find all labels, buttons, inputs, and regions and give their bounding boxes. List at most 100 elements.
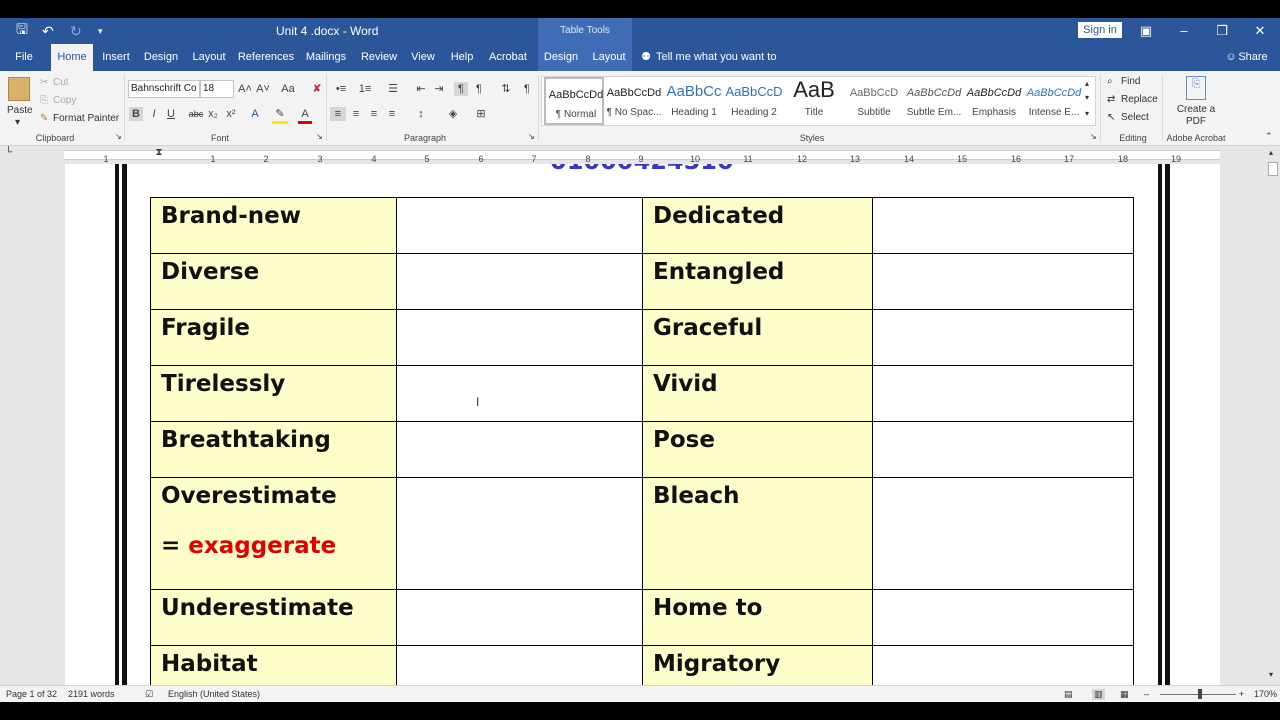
style-heading-1[interactable]: AaBbCc Heading 1 [664, 77, 724, 125]
tab-selector-icon[interactable]: └ [5, 147, 12, 158]
word-cell[interactable]: Overestimate = exaggerate [150, 477, 397, 590]
bold-icon[interactable]: B [129, 107, 143, 121]
format-painter-button[interactable]: Format Painter [53, 113, 119, 124]
style-title[interactable]: AaB Title [784, 77, 844, 125]
indent-marker-icon[interactable]: ⧗ [154, 146, 164, 160]
collapse-ribbon-icon[interactable]: ⌃ [1265, 131, 1273, 142]
share-button[interactable]: Share [1238, 44, 1268, 71]
paste-button[interactable]: Paste [7, 105, 33, 116]
tab-view[interactable]: View [408, 44, 438, 71]
tab-design[interactable]: Design [141, 44, 181, 71]
answer-cell[interactable] [872, 477, 1134, 590]
style-emphasis[interactable]: AaBbCcDd Emphasis [964, 77, 1024, 125]
answer-cell[interactable] [396, 197, 643, 254]
read-mode-icon[interactable]: ▤ [1064, 689, 1073, 700]
styles-scroll-up-icon[interactable]: ▴ [1085, 79, 1089, 88]
word-count[interactable]: 2191 words [68, 689, 115, 699]
create-pdf-button[interactable]: Create a PDF [1172, 104, 1220, 128]
word-cell[interactable]: Breathtaking [150, 421, 397, 478]
tab-help[interactable]: Help [446, 44, 478, 71]
ruler-track[interactable]: 1 ⧗ 1 2 3 4 5 6 7 8 9 10 11 12 13 14 15 … [64, 147, 1220, 164]
styles-more-icon[interactable]: ▾ [1085, 109, 1089, 118]
find-button[interactable]: Find [1121, 76, 1140, 87]
word-cell[interactable]: Home to [642, 589, 873, 646]
text-effects-icon[interactable]: A [248, 107, 262, 121]
zoom-level[interactable]: 170% [1254, 689, 1277, 699]
tab-table-layout[interactable]: Layout [590, 44, 628, 71]
word-cell[interactable]: Dedicated [642, 197, 873, 254]
tab-table-design[interactable]: Design [542, 44, 580, 71]
rtl-direction-icon[interactable]: ¶ [472, 82, 486, 96]
tab-insert[interactable]: Insert [98, 44, 134, 71]
zoom-slider-thumb[interactable] [1198, 689, 1202, 699]
tell-me-search[interactable]: Tell me what you want to do [656, 44, 786, 90]
scroll-up-icon[interactable]: ▴ [1269, 148, 1273, 157]
page[interactable]: 01000424510 Brand-new Dedicated Diverse Ent… [65, 164, 1220, 685]
align-right-icon[interactable]: ≡ [366, 107, 382, 121]
language-indicator[interactable]: English (United States) [168, 689, 260, 699]
ribbon-display-options-icon[interactable]: ▣ [1136, 21, 1156, 41]
answer-cell[interactable] [872, 197, 1134, 254]
close-button[interactable]: ✕ [1250, 21, 1270, 41]
save-icon[interactable]: 🖫 [16, 18, 32, 44]
vertical-scrollbar[interactable]: ▴ ▾ [1266, 146, 1280, 685]
zoom-out-icon[interactable]: – [1144, 689, 1149, 699]
paste-dropdown-icon[interactable]: ▾ [15, 117, 20, 128]
minimize-button[interactable]: – [1174, 21, 1194, 41]
answer-cell[interactable] [872, 253, 1134, 310]
create-pdf-icon[interactable]: ⎘ [1186, 76, 1206, 100]
shading-icon[interactable]: ◈ [444, 107, 462, 121]
multilevel-list-icon[interactable]: ☰ [384, 82, 402, 96]
tab-review[interactable]: Review [358, 44, 400, 71]
bullets-icon[interactable]: •≡ [332, 82, 350, 96]
increase-indent-icon[interactable]: ⇥ [432, 82, 446, 96]
justify-icon[interactable]: ≡ [384, 107, 400, 121]
underline-icon[interactable]: U [164, 107, 178, 121]
restore-button[interactable]: ❐ [1212, 21, 1232, 41]
copy-button[interactable]: Copy [53, 95, 76, 106]
word-cell[interactable]: Diverse [150, 253, 397, 310]
customize-qat-icon[interactable]: ▾ [98, 18, 108, 44]
style-intense-emphasis[interactable]: AaBbCcDd Intense E... [1024, 77, 1084, 125]
style-heading-2[interactable]: AaBbCcD Heading 2 [724, 77, 784, 125]
proofing-icon[interactable]: ☑ [145, 689, 153, 700]
shrink-font-icon[interactable]: A˅ [256, 82, 270, 96]
paste-icon[interactable] [8, 77, 30, 101]
zoom-in-icon[interactable]: + [1239, 689, 1244, 699]
word-cell[interactable]: Underestimate [150, 589, 397, 646]
tab-layout[interactable]: Layout [189, 44, 229, 71]
tab-home[interactable]: Home [51, 44, 93, 71]
select-button[interactable]: Select [1121, 112, 1149, 123]
answer-cell[interactable] [396, 365, 643, 422]
answer-cell[interactable] [872, 645, 1134, 685]
word-cell[interactable]: Migratory [642, 645, 873, 685]
italic-icon[interactable]: I [147, 107, 161, 121]
styles-scroll-down-icon[interactable]: ▾ [1085, 93, 1089, 102]
borders-icon[interactable]: ⊞ [472, 107, 490, 121]
style-subtle-emphasis[interactable]: AaBbCcDd Subtle Em... [904, 77, 964, 125]
sort-icon[interactable]: ⇅ [498, 82, 514, 96]
answer-cell[interactable] [872, 365, 1134, 422]
word-cell[interactable]: Vivid [642, 365, 873, 422]
show-marks-icon[interactable]: ¶ [520, 82, 534, 96]
web-layout-icon[interactable]: ▦ [1120, 689, 1129, 700]
answer-cell[interactable] [872, 421, 1134, 478]
word-cell[interactable]: Pose [642, 421, 873, 478]
answer-cell[interactable] [396, 421, 643, 478]
highlight-color-icon[interactable]: ✎ [272, 107, 288, 124]
undo-icon[interactable]: ↶ [42, 18, 64, 44]
scroll-down-icon[interactable]: ▾ [1269, 670, 1273, 679]
tab-file[interactable]: File [8, 44, 40, 71]
answer-cell[interactable] [872, 309, 1134, 366]
scroll-thumb[interactable] [1268, 162, 1278, 176]
font-size-combo[interactable]: 18 [200, 80, 234, 98]
clear-formatting-icon[interactable]: ✘ [310, 82, 324, 96]
tab-acrobat[interactable]: Acrobat [485, 44, 531, 71]
tab-mailings[interactable]: Mailings [302, 44, 350, 71]
sign-in-button[interactable]: Sign in [1078, 22, 1122, 38]
change-case-icon[interactable]: Aa [278, 82, 298, 96]
word-cell[interactable]: Bleach [642, 477, 873, 590]
answer-cell[interactable] [396, 589, 643, 646]
font-name-combo[interactable]: Bahnschrift Co [128, 80, 200, 98]
word-cell[interactable]: Entangled [642, 253, 873, 310]
